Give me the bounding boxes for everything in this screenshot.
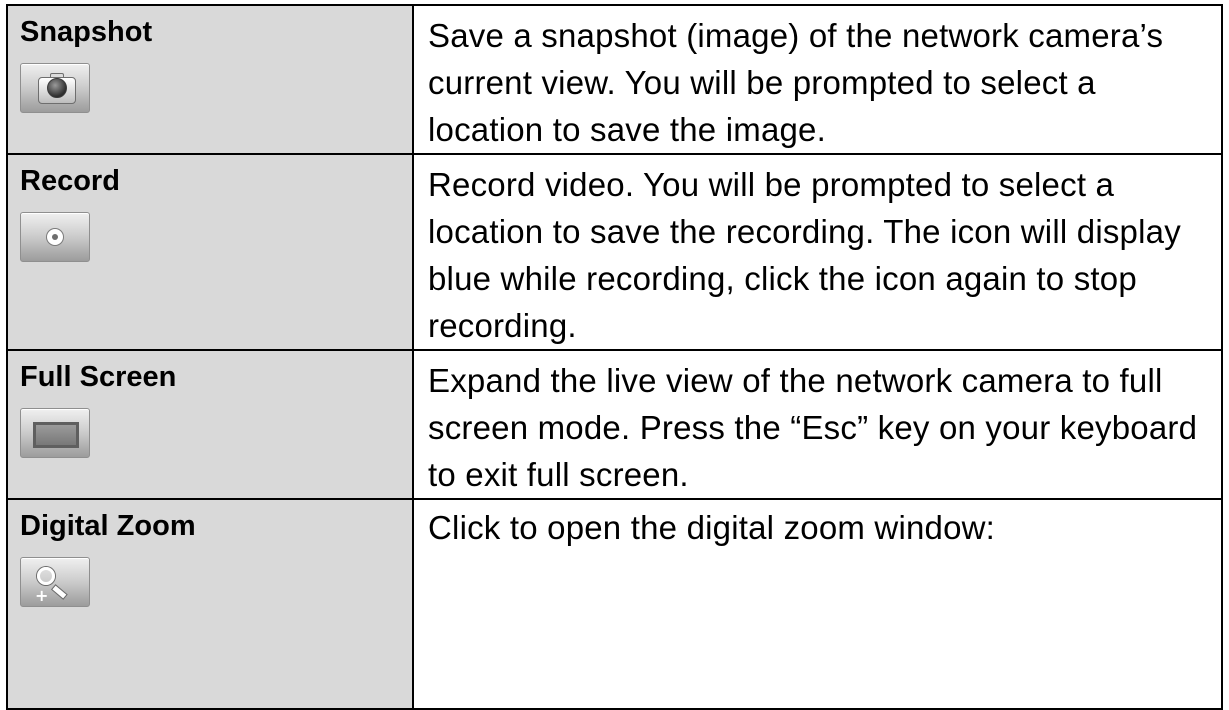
table-row: Digital Zoom + Click to open the digital… xyxy=(6,498,1223,710)
feature-description: Click to open the digital zoom window: xyxy=(412,498,1223,710)
table-row: Record Record video. You will be prompte… xyxy=(6,153,1223,351)
feature-description: Record video. You will be prompted to se… xyxy=(412,153,1223,351)
feature-name: Digital Zoom xyxy=(20,510,196,542)
feature-name: Full Screen xyxy=(20,361,177,393)
fullscreen-icon xyxy=(20,408,90,458)
feature-name-cell: Record xyxy=(6,153,414,351)
feature-name: Snapshot xyxy=(20,16,153,48)
feature-description: Save a snapshot (image) of the network c… xyxy=(412,4,1223,155)
feature-name-cell: Snapshot xyxy=(6,4,414,155)
feature-table: Snapshot Save a snapshot (image) of the … xyxy=(6,4,1223,710)
camera-icon xyxy=(20,63,90,113)
feature-name: Record xyxy=(20,165,120,197)
feature-name-cell: Digital Zoom + xyxy=(6,498,414,710)
zoom-icon: + xyxy=(20,557,90,607)
feature-description: Expand the live view of the network came… xyxy=(412,349,1223,500)
record-icon xyxy=(20,212,90,262)
table-row: Full Screen Expand the live view of the … xyxy=(6,349,1223,500)
feature-name-cell: Full Screen xyxy=(6,349,414,500)
table-row: Snapshot Save a snapshot (image) of the … xyxy=(6,4,1223,155)
